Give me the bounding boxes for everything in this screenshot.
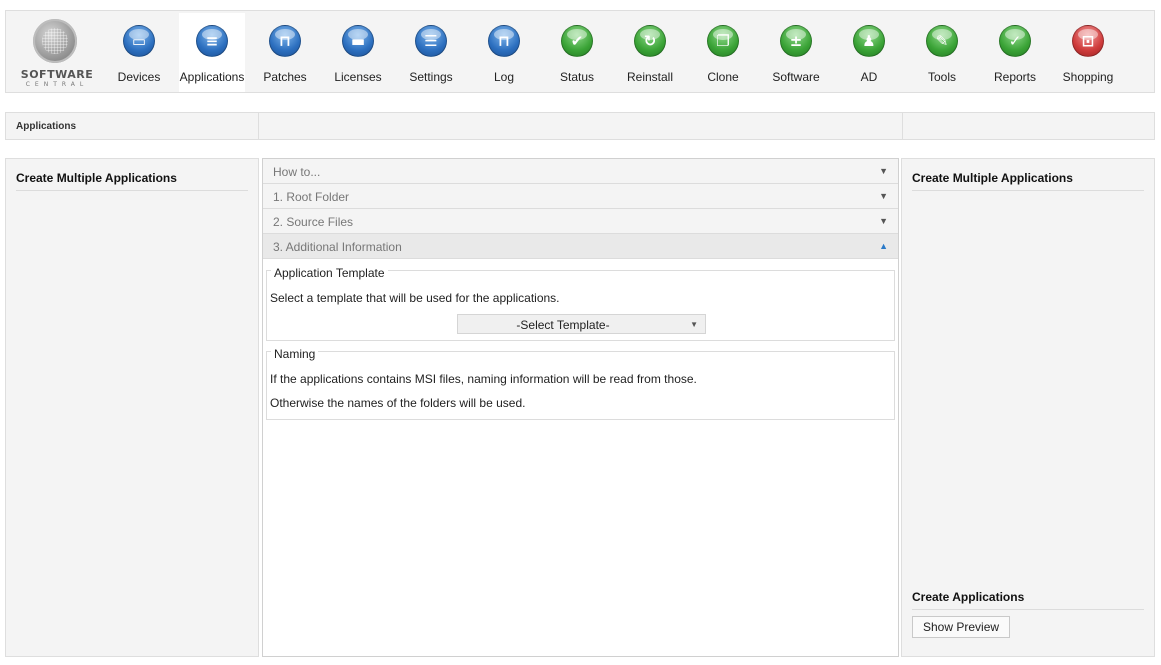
right-panel-title: Create Multiple Applications — [912, 171, 1144, 191]
toolbar-item-tools[interactable]: ✎ Tools — [909, 13, 975, 92]
accordion-label: 1. Root Folder — [273, 190, 350, 204]
shopping-cart-icon: ⊡ — [1072, 25, 1104, 57]
breadcrumb-divider — [902, 113, 903, 139]
folder-icon: ▬ — [342, 25, 374, 57]
refresh-icon-glyph: ↻ — [643, 32, 657, 50]
checkmark-icon: ✔ — [561, 25, 593, 57]
show-preview-button[interactable]: Show Preview — [912, 616, 1011, 638]
logo-text-line1: SOFTWARE — [20, 68, 94, 81]
main-toolbar: SOFTWARE CENTRAL ▭ Devices ≡ Applications ⊓ P… — [5, 10, 1155, 93]
toolbar-item-reports[interactable]: ✓ Reports — [982, 13, 1048, 92]
clone-icon: ❐ — [707, 25, 739, 57]
folder-icon-glyph: ▬ — [350, 32, 366, 50]
toolbar-item-clone[interactable]: ❐ Clone — [690, 13, 756, 92]
toolbar-item-software[interactable]: ± Software — [763, 13, 829, 92]
book-icon: ⊓ — [269, 25, 301, 57]
logo-text-line2: CENTRAL — [25, 81, 89, 88]
right-panel: Create Multiple Applications Create Appl… — [901, 158, 1155, 657]
log-book-icon: ⊓ — [488, 25, 520, 57]
template-select-value: -Select Template- — [516, 318, 610, 332]
breadcrumb-current[interactable]: Applications — [16, 121, 76, 132]
breadcrumb-divider — [258, 113, 259, 139]
breadcrumb-bar: Applications — [5, 112, 1155, 140]
toolbar-item-licenses[interactable]: ▬ Licenses — [325, 13, 391, 92]
chevron-down-icon: ▼ — [879, 166, 888, 176]
checkmark-icon-glyph: ✔ — [570, 32, 584, 50]
logo-disc-icon — [33, 19, 77, 63]
naming-legend: Naming — [271, 347, 319, 361]
application-template-legend: Application Template — [271, 266, 388, 280]
toolbar-item-label: Shopping — [1062, 70, 1114, 84]
checklist-icon-glyph: ☰ — [424, 32, 438, 50]
plus-minus-icon-glyph: ± — [789, 32, 803, 50]
accordion-how-to[interactable]: How to... ▼ — [263, 159, 898, 184]
toolbar-item-log[interactable]: ⊓ Log — [471, 13, 537, 92]
toolbar-item-applications[interactable]: ≡ Applications — [179, 13, 245, 92]
toolbar-item-ad[interactable]: ♟ AD — [836, 13, 902, 92]
template-instructions: Select a template that will be used for … — [270, 291, 560, 305]
toolbar-item-settings[interactable]: ☰ Settings — [398, 13, 464, 92]
chevron-down-icon: ▼ — [690, 320, 698, 329]
refresh-icon: ↻ — [634, 25, 666, 57]
left-panel: Create Multiple Applications — [5, 158, 259, 657]
left-panel-title: Create Multiple Applications — [16, 171, 248, 191]
accordion-label: How to... — [273, 165, 321, 179]
software-central-logo[interactable]: SOFTWARE CENTRAL — [11, 18, 103, 90]
monitor-icon-glyph: ▭ — [131, 32, 147, 50]
applications-icon: ≡ — [196, 25, 228, 57]
chevron-down-icon: ▼ — [879, 191, 888, 201]
create-applications-title: Create Applications — [912, 590, 1144, 610]
users-icon-glyph: ♟ — [862, 32, 876, 50]
chevron-up-icon: ▲ — [879, 241, 888, 251]
accordion-label: 3. Additional Information — [273, 240, 402, 254]
shopping-cart-icon-glyph: ⊡ — [1081, 32, 1095, 50]
application-template-group: Application Template Select a template t… — [266, 266, 895, 341]
toolbar-item-devices[interactable]: ▭ Devices — [106, 13, 172, 92]
naming-group: Naming If the applications contains MSI … — [266, 347, 895, 420]
plus-minus-icon: ± — [780, 25, 812, 57]
accordion-source-files[interactable]: 2. Source Files ▼ — [263, 209, 898, 234]
applications-icon-glyph: ≡ — [205, 32, 219, 50]
checklist-icon: ☰ — [415, 25, 447, 57]
wrench-icon-glyph: ✎ — [935, 32, 949, 50]
main-panel: How to... ▼ 1. Root Folder ▼ 2. Source F… — [262, 158, 899, 657]
book-icon-glyph: ⊓ — [279, 32, 291, 50]
chevron-down-icon: ▼ — [879, 216, 888, 226]
toolbar-item-status[interactable]: ✔ Status — [544, 13, 610, 92]
accordion-additional-information[interactable]: 3. Additional Information ▲ — [263, 234, 898, 259]
wrench-icon: ✎ — [926, 25, 958, 57]
users-icon: ♟ — [853, 25, 885, 57]
clone-icon-glyph: ❐ — [716, 32, 730, 50]
naming-text-2: Otherwise the names of the folders will … — [270, 396, 526, 410]
monitor-icon: ▭ — [123, 25, 155, 57]
accordion-label: 2. Source Files — [273, 215, 354, 229]
template-select[interactable]: -Select Template- ▼ — [457, 314, 706, 334]
accordion-root-folder[interactable]: 1. Root Folder ▼ — [263, 184, 898, 209]
toolbar-item-reinstall[interactable]: ↻ Reinstall — [617, 13, 683, 92]
naming-text-1: If the applications contains MSI files, … — [270, 372, 697, 386]
toolbar-item-patches[interactable]: ⊓ Patches — [252, 13, 318, 92]
clipboard-check-icon-glyph: ✓ — [1008, 32, 1022, 50]
toolbar-item-shopping[interactable]: ⊡ Shopping — [1055, 13, 1121, 92]
clipboard-check-icon: ✓ — [999, 25, 1031, 57]
log-book-icon-glyph: ⊓ — [498, 32, 510, 50]
